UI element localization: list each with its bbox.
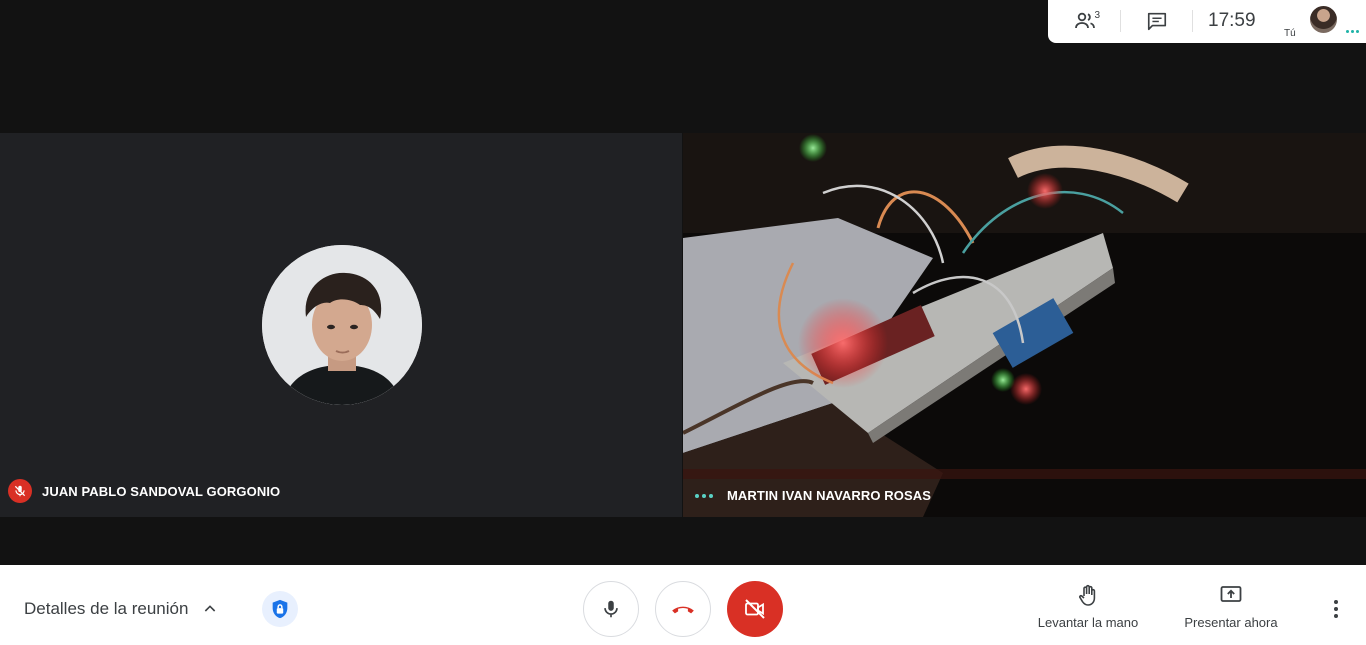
present-now-label: Presentar ahora [1184, 615, 1278, 630]
call-controls-bar: Detalles de la reunión Levantar la mano … [0, 565, 1366, 645]
camera-off-icon [745, 599, 765, 619]
participant-tile-juan[interactable]: JUAN PABLO SANDOVAL GORGONIO [0, 133, 682, 517]
participant-name-tag: JUAN PABLO SANDOVAL GORGONIO [8, 479, 280, 503]
chat-button[interactable] [1144, 8, 1170, 34]
more-options-button[interactable] [1322, 595, 1350, 623]
present-screen-icon [1220, 586, 1242, 602]
mic-icon [604, 600, 618, 618]
microphone-button[interactable] [583, 581, 639, 637]
participants-count: 3 [1094, 10, 1100, 21]
participant-name: MARTIN IVAN NAVARRO ROSAS [727, 488, 931, 503]
mic-off-icon [14, 485, 26, 497]
participant-tile-martin[interactable]: MARTIN IVAN NAVARRO ROSAS [683, 133, 1366, 517]
divider [1120, 10, 1121, 32]
host-controls-button[interactable] [262, 591, 298, 627]
divider [1192, 10, 1193, 32]
raise-hand-label: Levantar la mano [1037, 615, 1139, 630]
self-audio-indicator [1346, 30, 1359, 33]
video-feed [683, 133, 1366, 517]
participant-name-tag: MARTIN IVAN NAVARRO ROSAS [695, 488, 931, 503]
self-label: Tú [1284, 28, 1296, 39]
chat-icon [1147, 12, 1167, 31]
camera-button[interactable] [727, 581, 783, 637]
self-avatar[interactable] [1310, 6, 1337, 33]
meeting-details-toggle[interactable]: Detalles de la reunión [24, 599, 218, 619]
participant-avatar [262, 245, 422, 405]
meeting-info-bar: 3 17:59 Tú [1048, 0, 1366, 43]
present-now-button[interactable]: Presentar ahora [1178, 583, 1284, 630]
meeting-details-label: Detalles de la reunión [24, 599, 189, 618]
leave-call-button[interactable] [655, 581, 711, 637]
more-vert-icon [1334, 600, 1338, 618]
clock-time: 17:59 [1208, 10, 1256, 31]
raise-hand-button[interactable]: Levantar la mano [1030, 583, 1146, 630]
hang-up-icon [672, 606, 694, 614]
chevron-up-icon [205, 605, 216, 612]
people-icon [1075, 12, 1095, 29]
speaking-indicator [695, 493, 713, 498]
participant-name: JUAN PABLO SANDOVAL GORGONIO [42, 483, 281, 499]
raise-hand-icon [1079, 584, 1096, 606]
participants-button[interactable]: 3 [1068, 8, 1102, 34]
muted-badge [8, 479, 32, 503]
shield-lock-icon [272, 599, 288, 619]
